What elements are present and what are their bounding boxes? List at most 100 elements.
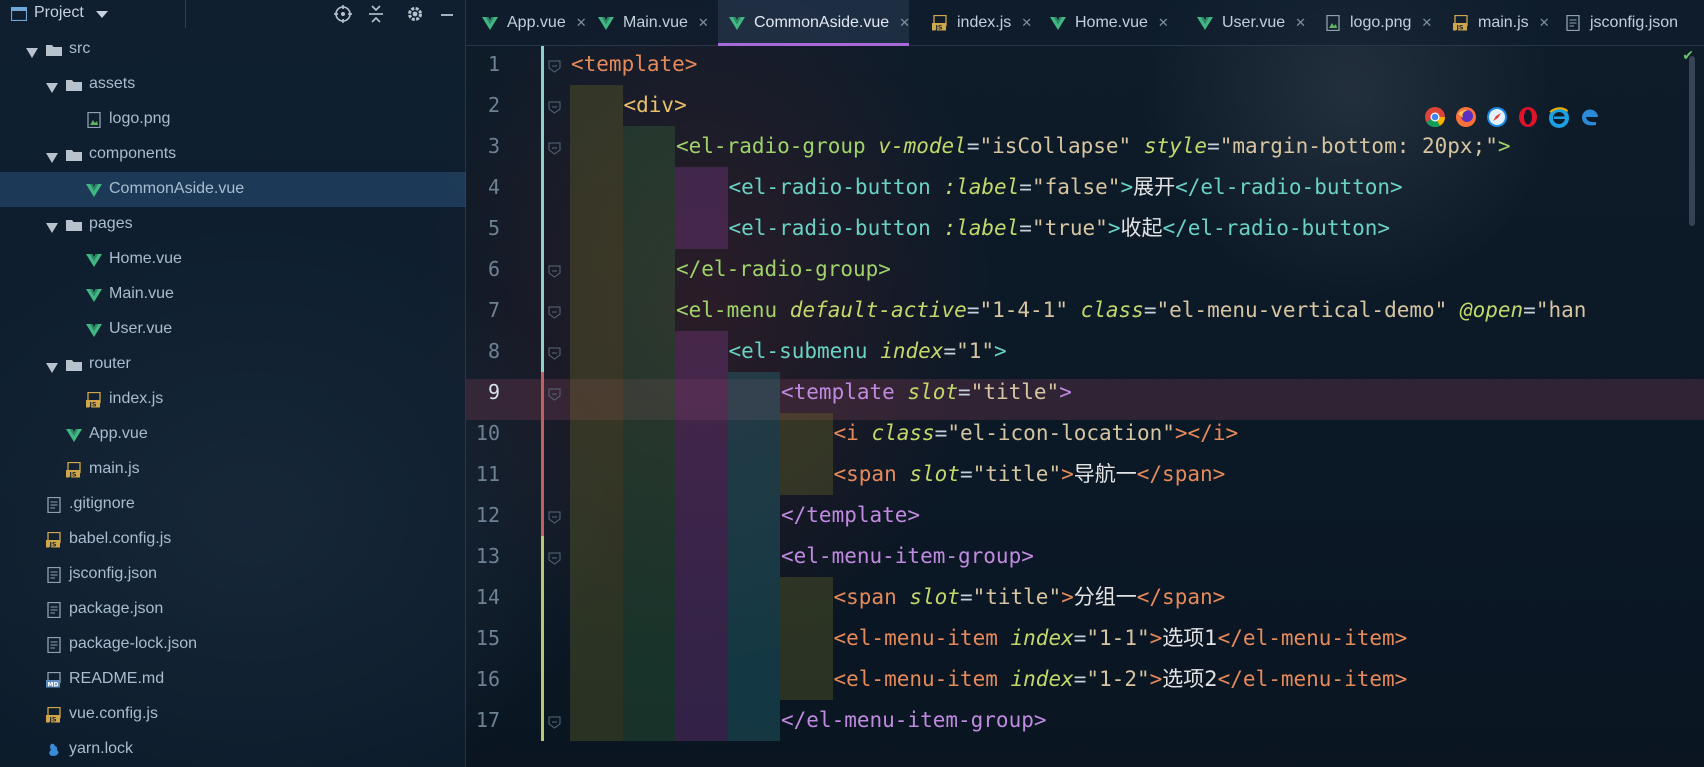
tree-item-pages[interactable]: pages (0, 207, 466, 242)
code-line[interactable]: <el-menu-item-group> (781, 536, 1034, 577)
tree-item-home-vue[interactable]: Home.vue (0, 242, 466, 277)
tree-item-package-lock-json[interactable]: package-lock.json (0, 627, 466, 662)
fold-marker-icon[interactable] (548, 345, 561, 360)
line-number: 16 (475, 667, 500, 691)
line-number-gutter[interactable]: 1 2 3 4 5 6 7 8 9 10 11 12 13 14 15 16 17 (466, 46, 562, 767)
close-icon[interactable]: ✕ (698, 15, 709, 31)
fold-marker-icon[interactable] (548, 304, 561, 319)
code-line[interactable]: <el-menu default-active="1-4-1" class="e… (676, 290, 1586, 331)
code-line[interactable]: <i class="el-icon-location"></i> (834, 413, 1239, 454)
tree-item-commonaside-vue[interactable]: CommonAside.vue (0, 172, 466, 207)
code-line[interactable]: <el-radio-button :label="false">展开</el-r… (729, 167, 1403, 208)
firefox-icon[interactable] (1455, 106, 1477, 128)
edge-icon[interactable] (1579, 106, 1601, 128)
close-icon[interactable]: ✕ (576, 15, 587, 31)
code-line[interactable]: </template> (781, 495, 920, 536)
chevron-down-icon[interactable] (96, 11, 108, 18)
chevron-down-icon[interactable] (46, 80, 58, 93)
vcs-change-marker[interactable] (541, 536, 544, 741)
fold-marker-icon[interactable] (548, 99, 561, 114)
code-line[interactable]: </el-radio-group> (676, 249, 891, 290)
scrollbar-thumb[interactable] (1689, 56, 1695, 226)
tab-commonaside-vue[interactable]: CommonAside.vue ✕ (718, 0, 910, 46)
tree-item-yarn-lock[interactable]: yarn.lock (0, 732, 466, 767)
tree-item-app-vue[interactable]: App.vue (0, 417, 466, 452)
tab-logo-png[interactable]: logo.png ✕ (1314, 0, 1442, 46)
tree-item-user-vue[interactable]: User.vue (0, 312, 466, 347)
fold-marker-icon[interactable] (548, 386, 561, 401)
tab-index-js[interactable]: JS index.js ✕ (921, 0, 1032, 46)
tab-app-vue[interactable]: App.vue ✕ (471, 0, 587, 46)
tree-item-jsconfig-json[interactable]: jsconfig.json (0, 557, 466, 592)
fold-marker-icon[interactable] (548, 509, 561, 524)
tree-item-assets[interactable]: assets (0, 67, 466, 102)
indent-guide (622, 536, 675, 577)
close-icon[interactable]: ✕ (1158, 15, 1169, 31)
locate-icon[interactable] (333, 4, 353, 24)
vcs-change-marker[interactable] (541, 372, 544, 536)
tree-item-main-vue[interactable]: Main.vue (0, 277, 466, 312)
fold-marker-icon[interactable] (548, 550, 561, 565)
close-icon[interactable]: ✕ (899, 15, 910, 31)
fold-marker-icon[interactable] (548, 714, 561, 729)
tab-jsconfig-json[interactable]: jsconfig.json (1554, 0, 1704, 46)
close-icon[interactable]: ✕ (1021, 15, 1032, 31)
tree-item-readme-md[interactable]: MD README.md (0, 662, 466, 697)
inspection-ok-icon[interactable]: ✔ (1682, 48, 1694, 64)
tree-item-babel-config-js[interactable]: JS babel.config.js (0, 522, 466, 557)
code-editor[interactable]: 1 2 3 4 5 6 7 8 9 10 11 12 13 14 15 16 17 <template> <div… (466, 46, 1704, 767)
tree-item-vue-config-js[interactable]: JS vue.config.js (0, 697, 466, 732)
code-token: </el-radio-button> (1162, 216, 1391, 240)
gear-icon[interactable] (405, 4, 425, 24)
editor-scrollbar[interactable] (1680, 46, 1704, 767)
code-token: <el-menu-item (833, 667, 1011, 691)
close-icon[interactable]: ✕ (1295, 15, 1306, 31)
code-line[interactable]: </el-menu-item-group> (781, 700, 1047, 741)
tab-user-vue[interactable]: User.vue ✕ (1186, 0, 1314, 46)
code-line[interactable]: <template> (571, 46, 697, 85)
tree-item-src[interactable]: src (0, 32, 466, 67)
code-token: <el-submenu (728, 339, 881, 363)
code-line[interactable]: <el-menu-item index="1-2">选项2</el-menu-i… (834, 659, 1408, 700)
fold-marker-icon[interactable] (548, 263, 561, 278)
chevron-down-icon[interactable] (46, 220, 58, 233)
fold-marker-icon[interactable] (548, 58, 561, 73)
code-line[interactable]: <el-radio-button :label="true">收起</el-ra… (729, 208, 1391, 249)
code-line[interactable]: <template slot="title"> (781, 372, 1072, 413)
opera-icon[interactable] (1517, 106, 1539, 128)
indent-guide (570, 167, 623, 208)
tree-item-router[interactable]: router (0, 347, 466, 382)
line-number: 3 (487, 134, 500, 158)
minimize-icon[interactable] (437, 4, 457, 24)
ie-icon[interactable] (1548, 106, 1570, 128)
code-area[interactable]: <template> <div> <el-radio-group v-model="… (566, 46, 1704, 767)
safari-icon[interactable] (1486, 106, 1508, 128)
code-line[interactable]: <span slot="title">导航一</span> (834, 454, 1226, 495)
vcs-change-marker[interactable] (541, 46, 544, 372)
close-icon[interactable]: ✕ (1539, 15, 1550, 31)
code-line[interactable]: <el-submenu index="1"> (729, 331, 1007, 372)
chrome-icon[interactable] (1424, 106, 1446, 128)
config-file-icon (45, 601, 63, 619)
tab-main-vue[interactable]: Main.vue ✕ (587, 0, 709, 46)
tree-item-index-js[interactable]: JS index.js (0, 382, 466, 417)
chevron-down-icon[interactable] (46, 150, 58, 163)
code-token: <template (781, 380, 908, 404)
tab-main-js[interactable]: JS main.js ✕ (1442, 0, 1554, 46)
close-icon[interactable]: ✕ (1421, 15, 1432, 31)
tree-item-package-json[interactable]: package.json (0, 592, 466, 627)
code-line[interactable]: <div> (624, 85, 687, 126)
tree-item-components[interactable]: components (0, 137, 466, 172)
collapse-all-icon[interactable] (366, 4, 386, 24)
tab-home-vue[interactable]: Home.vue ✕ (1039, 0, 1175, 46)
tree-item-main-js[interactable]: JS main.js (0, 452, 466, 487)
project-panel-title[interactable]: Project (34, 4, 84, 22)
chevron-down-icon[interactable] (46, 360, 58, 373)
tree-item-logo-png[interactable]: logo.png (0, 102, 466, 137)
code-line[interactable]: <el-menu-item index="1-1">选项1</el-menu-i… (834, 618, 1408, 659)
code-line[interactable]: <span slot="title">分组一</span> (834, 577, 1226, 618)
chevron-down-icon[interactable] (26, 45, 38, 58)
fold-marker-icon[interactable] (548, 140, 561, 155)
tree-item-gitignore[interactable]: .gitignore (0, 487, 466, 522)
code-line[interactable]: <el-radio-group v-model="isCollapse" sty… (676, 126, 1511, 167)
